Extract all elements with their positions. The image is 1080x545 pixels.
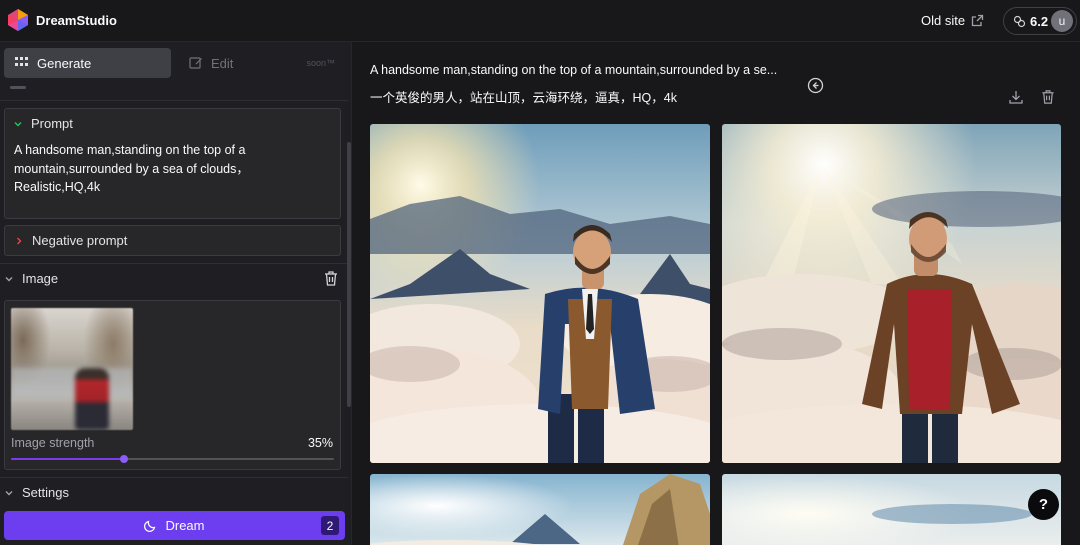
prompt-header-label: Prompt [31, 116, 73, 131]
dreamstudio-logo-icon[interactable] [6, 8, 30, 32]
generated-image-4[interactable] [722, 474, 1061, 545]
image-header-label: Image [22, 271, 59, 286]
dream-button[interactable]: Dream 2 [4, 511, 345, 540]
prompt-section: Prompt A handsome man,standing on the to… [4, 108, 341, 219]
divider [0, 263, 348, 264]
image-section: Image strength 35% [4, 300, 341, 470]
edit-icon [189, 56, 203, 70]
tab-edit[interactable]: Edit soon™ [179, 48, 345, 78]
settings-header[interactable]: Settings [4, 485, 69, 500]
image-strength-label: Image strength [11, 436, 95, 450]
negative-prompt-label: Negative prompt [32, 233, 128, 248]
slider-handle[interactable] [120, 455, 129, 463]
app-title: DreamStudio [36, 13, 117, 28]
moon-icon [144, 519, 157, 532]
grid-icon [15, 57, 29, 69]
left-panel: Generate Edit soon™ Prompt A handsome ma… [0, 42, 352, 545]
trash-icon[interactable] [323, 270, 339, 287]
slider-fill [11, 458, 125, 460]
generated-image-1[interactable] [370, 124, 710, 463]
help-button[interactable]: ? [1028, 489, 1059, 520]
image-header[interactable]: Image [4, 271, 344, 286]
negative-prompt-header[interactable]: Negative prompt [14, 233, 127, 248]
avatar[interactable]: u [1051, 10, 1073, 32]
old-site-link[interactable]: Old site [921, 13, 984, 28]
collapsed-section-handle [10, 86, 26, 89]
results-panel: A handsome man,standing on the top of a … [353, 42, 1080, 545]
credits-value: 6.2 [1030, 13, 1049, 29]
generated-image-3[interactable] [370, 474, 710, 545]
tab-generate-label: Generate [37, 55, 92, 71]
image-strength-value: 35% [307, 436, 333, 450]
dream-count-badge[interactable]: 2 [321, 516, 339, 535]
image-strength-slider[interactable] [11, 455, 334, 463]
divider [0, 100, 348, 101]
chevron-right-icon [14, 236, 24, 246]
tab-generate[interactable]: Generate [4, 48, 171, 78]
negative-prompt-section[interactable]: Negative prompt [4, 225, 341, 256]
trash-icon[interactable] [1040, 89, 1056, 105]
prompt-header[interactable]: Prompt [13, 116, 73, 131]
chevron-down-icon [4, 488, 14, 498]
top-bar: DreamStudio Old site 6.2 u [0, 0, 1080, 42]
chevron-down-icon [4, 274, 14, 284]
credits-icon [1013, 15, 1026, 28]
external-link-icon [971, 14, 984, 27]
init-image-thumbnail[interactable] [11, 308, 133, 430]
dream-button-label: Dream [165, 518, 205, 533]
prompt-input[interactable]: A handsome man,standing on the top of a … [14, 141, 264, 197]
settings-header-label: Settings [22, 485, 69, 500]
old-site-label: Old site [921, 13, 966, 28]
arrow-left-circle-icon[interactable] [807, 77, 824, 94]
chevron-down-icon [13, 119, 23, 129]
generated-image-2[interactable] [722, 124, 1061, 463]
result-prompt-translation: 一个英俊的男人，站在山顶，云海环绕，逼真，HQ，4k [370, 91, 677, 105]
tab-edit-label: Edit [211, 55, 234, 71]
download-icon[interactable] [1008, 89, 1024, 105]
result-prompt-title: A handsome man,standing on the top of a … [370, 63, 778, 77]
divider [0, 477, 348, 478]
scrollbar[interactable] [347, 142, 351, 407]
credits-badge[interactable]: 6.2 u [1003, 7, 1077, 35]
soon-badge: soon™ [306, 58, 335, 68]
